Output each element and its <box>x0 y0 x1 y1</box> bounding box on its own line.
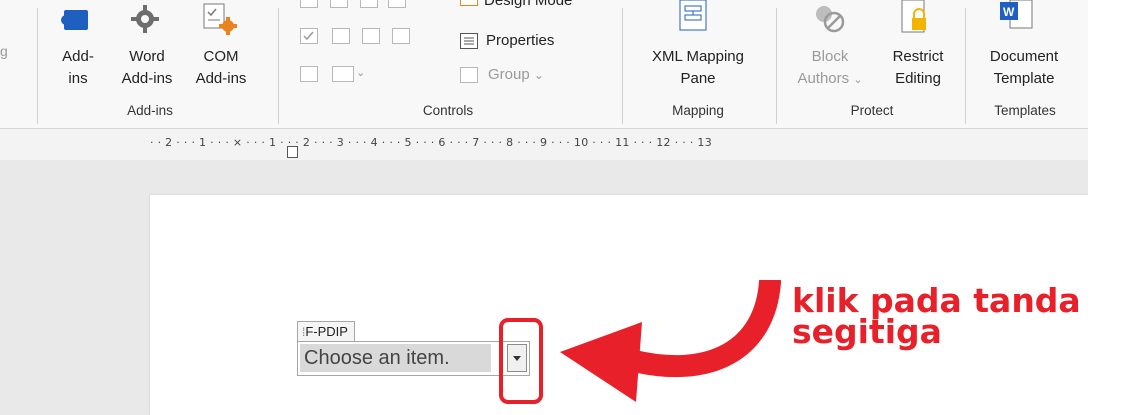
com-add-ins-button[interactable]: COM Add-ins <box>184 46 258 90</box>
group-separator <box>278 8 279 124</box>
content-control-tag[interactable]: ⁞F-PDIP <box>297 321 355 341</box>
group-separator <box>622 8 623 124</box>
design-mode-button[interactable]: Design Mode <box>484 0 572 12</box>
dropdown-placeholder[interactable]: Choose an item. <box>300 344 491 372</box>
group-icon <box>460 67 478 83</box>
dropdown-control-icon[interactable] <box>362 28 380 44</box>
chevron-down-icon: ⌄ <box>533 68 544 82</box>
control-icon[interactable] <box>330 0 348 8</box>
block-authors-button[interactable]: Block Authors ⌄ <box>788 46 872 91</box>
restrict-editing-button[interactable]: Restrict Editing <box>878 46 958 90</box>
control-icon[interactable] <box>360 0 378 8</box>
date-picker-control-icon[interactable] <box>392 28 410 44</box>
group-separator <box>776 8 777 124</box>
indent-marker-icon[interactable] <box>287 146 298 158</box>
highlight-box <box>499 318 543 404</box>
group-separator <box>37 8 38 124</box>
xml-mapping-icon <box>679 0 707 31</box>
chevron-down-icon: ⌄ <box>853 74 863 86</box>
properties-icon <box>460 33 478 49</box>
building-block-icon[interactable] <box>332 66 354 82</box>
ribbon: g Add- ins Word Add-ins COM Add-ins Add-… <box>0 0 1088 129</box>
add-ins-icon <box>61 10 88 30</box>
ruler-ticks: · · 2 · · · 1 · · · ⨯ · · · 1 · · · 2 · … <box>150 136 713 149</box>
word-window: g Add- ins Word Add-ins COM Add-ins Add-… <box>0 0 1088 415</box>
group-button[interactable]: Group ⌄ <box>488 64 544 86</box>
group-separator <box>965 8 966 124</box>
checkbox-control-icon[interactable] <box>300 28 318 44</box>
cut-off-glyph: g <box>0 43 8 59</box>
properties-button[interactable]: Properties <box>486 30 554 52</box>
combo-box-control-icon[interactable] <box>332 28 350 44</box>
group-label-controls: Controls <box>422 103 474 118</box>
document-template-button[interactable]: Document Template <box>976 46 1072 90</box>
group-label-templates: Templates <box>994 103 1056 118</box>
block-authors-icon <box>816 6 845 33</box>
add-ins-button[interactable]: Add- ins <box>60 46 96 90</box>
control-icon[interactable] <box>300 0 318 8</box>
xml-mapping-pane-button[interactable]: XML Mapping Pane <box>638 46 758 90</box>
group-label-mapping: Mapping <box>672 103 724 118</box>
word-template-icon: W <box>1000 0 1033 29</box>
annotation-arrow-icon <box>560 280 781 402</box>
control-icon[interactable] <box>388 0 406 8</box>
annotation-text: klik pada tanda segitiga <box>792 281 1081 351</box>
group-label-add-ins: Add-ins <box>127 103 173 118</box>
group-label-protect: Protect <box>850 103 894 118</box>
gear-icon <box>131 5 159 33</box>
svg-text:W: W <box>1003 5 1015 19</box>
lock-icon <box>901 0 926 33</box>
word-add-ins-button[interactable]: Word Add-ins <box>116 46 178 90</box>
legacy-tools-icon[interactable] <box>300 66 318 82</box>
design-mode-icon <box>460 0 478 6</box>
com-add-ins-icon <box>203 3 237 35</box>
horizontal-ruler[interactable]: · · 2 · · · 1 · · · ⨯ · · · 1 · · · 2 · … <box>140 130 1088 158</box>
chevron-down-icon[interactable]: ⌄ <box>356 62 365 84</box>
